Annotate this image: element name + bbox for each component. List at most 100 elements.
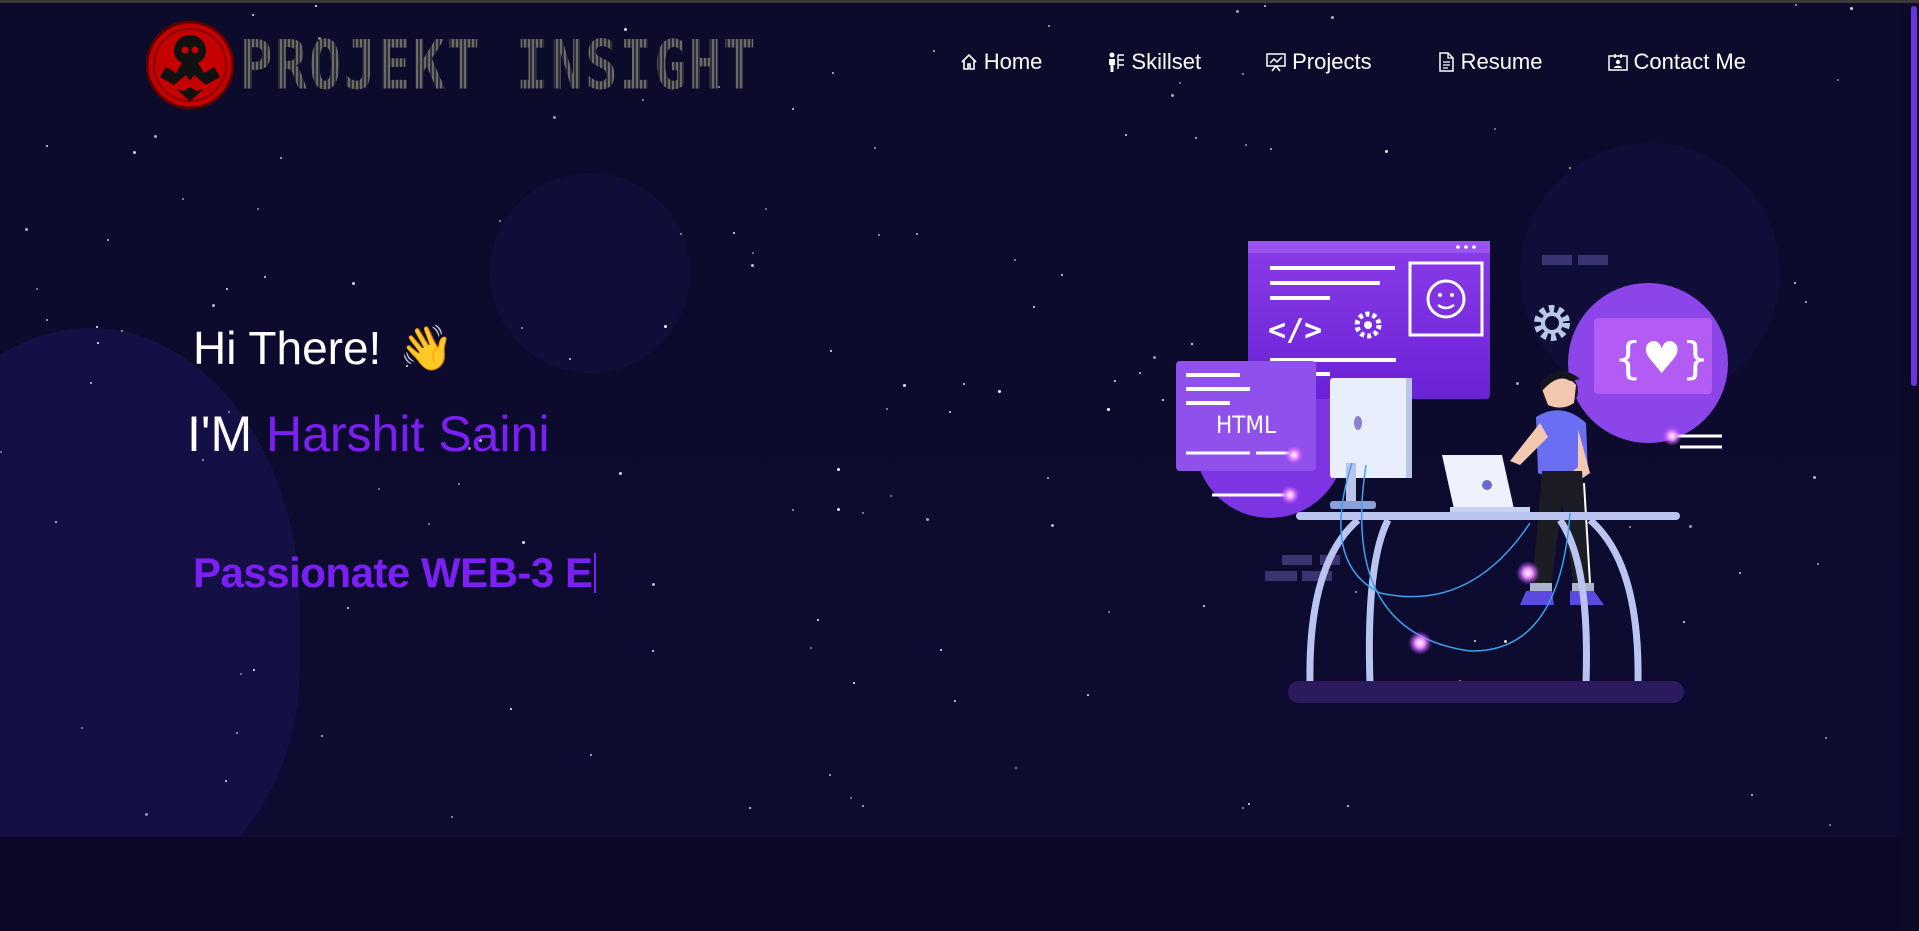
star — [862, 512, 864, 514]
star — [1817, 563, 1819, 565]
star — [36, 288, 38, 290]
star — [1813, 476, 1816, 479]
nav-contact[interactable]: Contact Me — [1607, 49, 1746, 75]
star — [1242, 807, 1244, 809]
star — [451, 816, 453, 818]
star — [830, 350, 832, 352]
star — [121, 330, 123, 332]
site-logo[interactable]: PROJEKT INSIGHT — [146, 17, 758, 113]
star — [765, 208, 767, 210]
page-scrollbar[interactable] — [1900, 3, 1919, 931]
braces-heart-text: {♥} — [1614, 333, 1709, 384]
star — [940, 649, 942, 651]
star — [1751, 794, 1753, 796]
star — [619, 472, 622, 475]
star — [521, 327, 523, 329]
nav-home[interactable]: Home — [959, 49, 1042, 75]
star — [1114, 380, 1116, 382]
star — [1015, 767, 1017, 769]
nav-skillset-label: Skillset — [1131, 49, 1202, 74]
star — [315, 5, 317, 7]
star — [837, 508, 840, 511]
star — [1179, 82, 1181, 84]
star — [1125, 134, 1127, 136]
star — [378, 488, 380, 490]
html-tag-text: HTML — [1216, 411, 1276, 439]
star — [874, 147, 876, 149]
scrollbar-thumb[interactable] — [1911, 6, 1917, 386]
star — [182, 198, 184, 200]
star — [236, 732, 238, 734]
typed-text: Passionate WEB-3 E — [193, 549, 593, 596]
star — [212, 304, 215, 307]
star — [1108, 611, 1110, 613]
star — [499, 220, 501, 222]
star — [1264, 5, 1266, 7]
star — [253, 669, 255, 671]
intro-prefix: I'M — [187, 406, 266, 462]
star — [1014, 259, 1016, 261]
page: PROJEKT INSIGHT Home Skillset Projects R… — [0, 0, 1919, 931]
star — [1107, 408, 1110, 411]
star — [510, 708, 512, 710]
star — [590, 754, 592, 756]
nav-resume[interactable]: Resume — [1436, 49, 1543, 75]
contact-card-icon — [1607, 54, 1628, 71]
nav-skillset[interactable]: Skillset — [1106, 49, 1201, 75]
star — [1837, 79, 1839, 81]
star — [352, 282, 355, 285]
text-cursor — [594, 553, 597, 593]
star — [1139, 372, 1141, 374]
nav-projects-label: Projects — [1292, 49, 1372, 74]
star — [280, 157, 282, 159]
star — [792, 509, 794, 511]
star — [154, 135, 157, 138]
star — [837, 468, 840, 471]
star — [652, 583, 655, 586]
star — [1245, 144, 1247, 146]
nav-resume-label: Resume — [1460, 49, 1543, 74]
star — [1795, 4, 1797, 6]
star — [926, 518, 929, 521]
next-section-band — [0, 837, 1900, 931]
star — [321, 735, 323, 737]
nav-projects[interactable]: Projects — [1265, 49, 1372, 75]
star — [1829, 824, 1831, 826]
star — [853, 682, 855, 684]
star — [1171, 94, 1174, 97]
star — [862, 805, 864, 807]
star — [829, 774, 831, 776]
star — [81, 727, 83, 729]
code-tag-text: </> — [1268, 313, 1322, 348]
star — [0, 451, 2, 453]
star — [55, 521, 57, 523]
star — [458, 483, 460, 485]
star — [347, 607, 349, 609]
star — [749, 807, 751, 809]
typewriter-text: Passionate WEB-3 E — [193, 549, 597, 597]
hero-greeting: Hi There! 👋 — [193, 321, 454, 375]
star — [680, 233, 682, 235]
star — [751, 264, 754, 267]
star — [886, 408, 888, 410]
star — [1248, 803, 1250, 805]
star — [1047, 477, 1049, 479]
star — [817, 619, 819, 621]
home-icon — [961, 53, 977, 70]
star — [890, 495, 892, 497]
star — [878, 234, 880, 236]
star — [1569, 167, 1571, 169]
star — [652, 650, 654, 652]
star — [664, 325, 667, 328]
star — [46, 319, 48, 321]
greeting-text: Hi There! — [193, 322, 382, 374]
star — [916, 233, 918, 235]
star — [963, 383, 965, 385]
star — [553, 116, 556, 119]
star — [1051, 524, 1054, 527]
star — [998, 390, 1001, 393]
logo-text: PROJEKT INSIGHT — [240, 25, 758, 105]
star — [1385, 150, 1388, 153]
main-nav: Home Skillset Projects Resume Contact Me — [895, 49, 1746, 75]
star — [25, 228, 28, 231]
